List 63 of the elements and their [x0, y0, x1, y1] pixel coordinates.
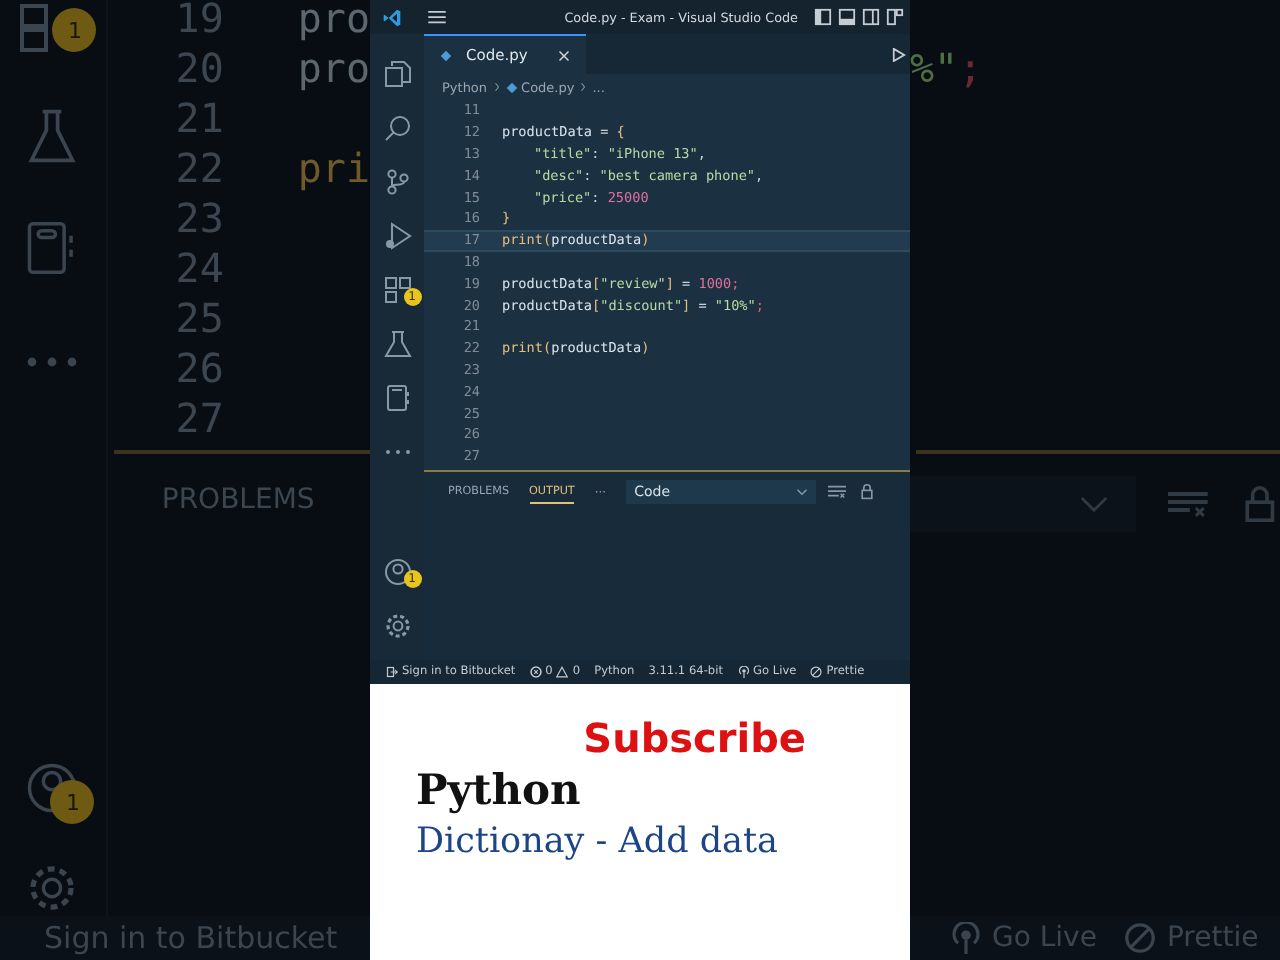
close-icon[interactable] — [557, 49, 570, 61]
line-number: 19 — [173, 0, 224, 41]
line-number: 24 — [173, 243, 224, 291]
menu-icon[interactable] — [428, 10, 446, 24]
caption-title: Python — [416, 764, 583, 816]
layout-icon[interactable] — [862, 8, 880, 26]
status-item: Go Live — [950, 922, 1097, 954]
line-number: 26 — [173, 343, 224, 391]
layout-icon[interactable] — [814, 8, 832, 26]
caption-subtitle: Dictionay - Add data — [416, 820, 780, 866]
line-number: 20 — [173, 43, 224, 91]
chevron-down-icon — [1080, 495, 1109, 513]
files-icon[interactable] — [383, 59, 411, 87]
status-text: Sign in to Bitbucket — [44, 920, 338, 956]
lock-icon — [1240, 486, 1280, 522]
extensions-icon — [20, 4, 49, 52]
panel-tab-label: PROBLEMS — [161, 484, 315, 516]
line-number: 22 — [173, 143, 224, 191]
line-number: 25 — [173, 293, 224, 341]
run-icon[interactable] — [892, 47, 906, 61]
account-icon[interactable] — [383, 557, 411, 585]
line-number: 21 — [173, 93, 224, 141]
more-icon — [26, 356, 79, 368]
chevron-icon — [493, 82, 500, 92]
notebook-icon[interactable] — [383, 383, 411, 411]
layout-icon[interactable] — [886, 8, 904, 26]
line-number: 27 — [173, 393, 224, 441]
sign-in-icon — [386, 666, 398, 678]
flask-icon[interactable] — [383, 329, 411, 357]
chevron-down-icon — [796, 488, 809, 496]
prohibited-icon — [810, 666, 823, 678]
settings-icon[interactable] — [383, 611, 411, 639]
python-file-icon — [440, 49, 452, 61]
code-text: %"; — [910, 43, 983, 91]
lock-icon[interactable] — [858, 484, 877, 500]
python-file-icon — [505, 81, 518, 93]
search-icon[interactable] — [383, 113, 411, 141]
broadcast-icon — [950, 922, 982, 954]
clear-output-icon[interactable] — [828, 484, 847, 500]
clear-output-icon — [1168, 486, 1209, 522]
source-control-icon[interactable] — [383, 167, 411, 195]
layout-icon[interactable] — [838, 8, 856, 26]
prohibited-icon — [1124, 922, 1157, 954]
extensions-icon[interactable] — [383, 275, 411, 303]
settings-icon — [26, 860, 79, 916]
app-logo-icon — [382, 7, 402, 27]
code-text: pro — [297, 43, 370, 91]
code-text: pri — [297, 143, 370, 191]
notification-badge: 1 — [52, 8, 97, 52]
code-text: pro — [297, 0, 370, 41]
status-item: Prettie — [1124, 922, 1259, 954]
warning-icon — [556, 666, 569, 678]
more-icon[interactable] — [383, 447, 411, 455]
notification-badge: 1 — [50, 780, 95, 824]
chevron-icon — [580, 82, 587, 92]
subscribe-text: Subscribe — [583, 712, 806, 764]
run-debug-icon[interactable] — [383, 221, 411, 249]
notebook-icon — [26, 220, 79, 276]
broadcast-icon — [737, 666, 749, 678]
flask-icon — [26, 108, 79, 164]
line-number: 23 — [173, 193, 224, 241]
error-icon — [529, 666, 542, 678]
account-icon — [26, 760, 79, 816]
